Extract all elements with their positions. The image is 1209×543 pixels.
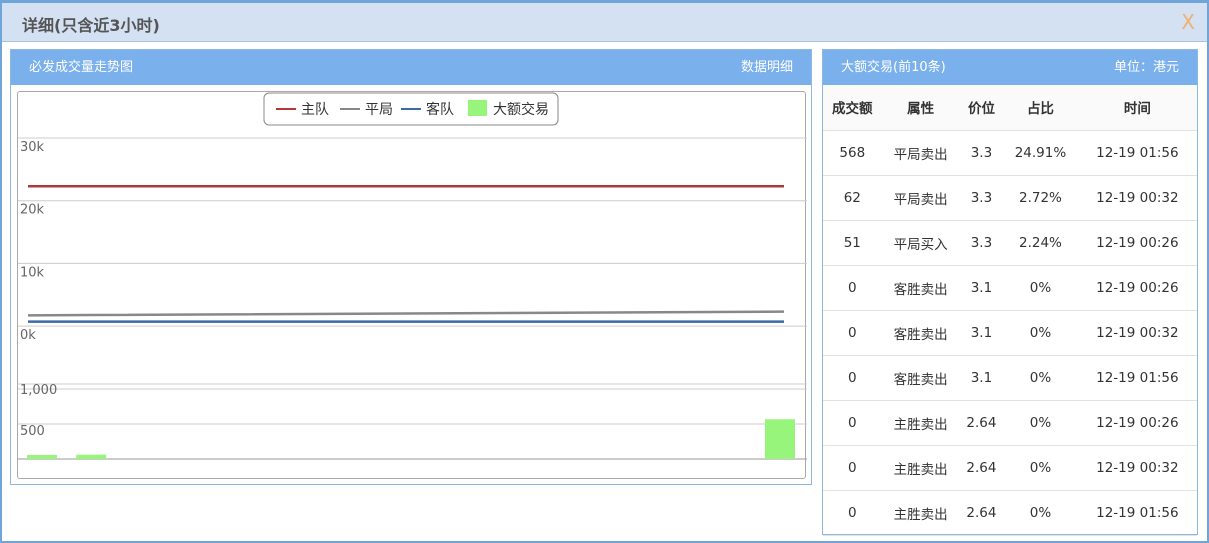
column-header: 属性 <box>881 85 960 131</box>
table-cell: 平局卖出 <box>881 175 960 221</box>
table-cell: 2.64 <box>959 490 1004 536</box>
column-header: 价位 <box>959 85 1004 131</box>
table-cell: 0% <box>1003 490 1078 536</box>
bar-large-trade <box>765 419 795 459</box>
chart-svg: 主队 平局 客队 大额交易 30k 20k 10k 0k 1,000 500 <box>18 92 807 460</box>
table-cell: 0% <box>1003 445 1078 491</box>
y-tick-label: 1,000 <box>20 383 57 398</box>
table-cell: 568 <box>823 130 882 176</box>
bar-large-trade <box>27 455 57 459</box>
table-cell: 客胜卖出 <box>881 310 960 356</box>
table-cell: 0% <box>1003 265 1078 311</box>
dialog-header: 详细(只含近3小时) X <box>2 3 1207 42</box>
table-cell: 0% <box>1003 355 1078 401</box>
table-cell: 0 <box>823 310 882 356</box>
table-cell: 主胜卖出 <box>881 490 960 536</box>
large-trades-table: 成交额 属性 价位 占比 时间 568 平局卖出 3.3 24.91% 12-19 01:56 62… <box>823 85 1197 536</box>
table-cell: 3.3 <box>959 130 1004 176</box>
table-row: 62 平局卖出 3.3 2.72% 12-19 00:32 <box>823 175 1197 221</box>
table-cell: 主胜卖出 <box>881 400 960 446</box>
volume-chart: 主队 平局 客队 大额交易 30k 20k 10k 0k 1,000 500 <box>17 91 807 479</box>
table-cell: 12-19 01:56 <box>1077 490 1197 536</box>
table-cell: 51 <box>823 220 882 266</box>
series-line-平局 <box>27 310 785 317</box>
dialog-title: 详细(只含近3小时) <box>22 16 160 35</box>
table-cell: 12-19 00:32 <box>1077 175 1197 221</box>
table-cell: 12-19 01:56 <box>1077 355 1197 401</box>
y-tick-label: 500 <box>20 424 45 439</box>
table-cell: 0% <box>1003 400 1078 446</box>
table-row: 0 客胜卖出 3.1 0% 12-19 01:56 <box>823 355 1197 401</box>
table-cell: 客胜卖出 <box>881 355 960 401</box>
table-cell: 2.64 <box>959 445 1004 491</box>
table-cell: 62 <box>823 175 882 221</box>
trend-title: 必发成交量走势图 <box>29 60 134 75</box>
trend-panel: 必发成交量走势图 数据明细 主队 平局 客队 大额交易 30k 20k 10k 0k 1,000 5… <box>10 49 812 485</box>
table-cell: 主胜卖出 <box>881 445 960 491</box>
table-row: 0 主胜卖出 2.64 0% 12-19 01:56 <box>823 490 1197 536</box>
legend-label: 客队 <box>426 101 454 118</box>
y-tick-label: 30k <box>20 140 45 155</box>
legend-bar-marker <box>468 100 487 116</box>
table-row: 0 客胜卖出 3.1 0% 12-19 00:32 <box>823 310 1197 356</box>
table-cell: 0 <box>823 400 882 446</box>
table-row: 0 主胜卖出 2.64 0% 12-19 00:32 <box>823 445 1197 491</box>
table-cell: 2.24% <box>1003 220 1078 266</box>
legend-label: 大额交易 <box>493 101 549 118</box>
column-header: 成交额 <box>823 85 882 131</box>
table-cell: 12-19 00:26 <box>1077 265 1197 311</box>
table-cell: 12-19 00:26 <box>1077 220 1197 266</box>
column-header: 时间 <box>1077 85 1197 131</box>
unit-label: 单位：港元 <box>1113 60 1179 75</box>
table-row: 0 主胜卖出 2.64 0% 12-19 00:26 <box>823 400 1197 446</box>
table-cell: 3.1 <box>959 265 1004 311</box>
legend-label: 平局 <box>365 102 393 118</box>
legend-label: 主队 <box>301 102 329 118</box>
table-cell: 12-19 00:32 <box>1077 445 1197 491</box>
table-cell: 客胜卖出 <box>881 265 960 311</box>
table-cell: 平局买入 <box>881 220 960 266</box>
table-cell: 平局卖出 <box>881 130 960 176</box>
table-cell: 12-19 00:26 <box>1077 400 1197 446</box>
table-cell: 0 <box>823 445 882 491</box>
y-tick-label: 10k <box>20 265 45 280</box>
close-icon[interactable]: X <box>1181 10 1195 34</box>
table-cell: 0% <box>1003 310 1078 356</box>
table-cell: 3.3 <box>959 220 1004 266</box>
table-cell: 2.64 <box>959 400 1004 446</box>
table-cell: 3.1 <box>959 355 1004 401</box>
table-cell: 0 <box>823 265 882 311</box>
large-trades-panel: 大额交易(前10条) 单位：港元 成交额 属性 价位 占比 时间 568 平局卖出 3.3 24.… <box>822 49 1198 536</box>
table-cell: 12-19 00:32 <box>1077 310 1197 356</box>
large-trades-title: 大额交易(前10条) <box>841 60 946 75</box>
data-detail-link[interactable]: 数据明细 <box>741 50 793 85</box>
table-cell: 0 <box>823 490 882 536</box>
table-cell: 2.72% <box>1003 175 1078 221</box>
table-cell: 24.91% <box>1003 130 1078 176</box>
y-tick-label: 0k <box>20 328 36 343</box>
bar-large-trade <box>76 454 107 459</box>
table-cell: 3.1 <box>959 310 1004 356</box>
table-cell: 12-19 01:56 <box>1077 130 1197 176</box>
table-cell: 3.3 <box>959 175 1004 221</box>
table-row: 0 客胜卖出 3.1 0% 12-19 00:26 <box>823 265 1197 311</box>
table-row: 568 平局卖出 3.3 24.91% 12-19 01:56 <box>823 130 1197 176</box>
column-header: 占比 <box>1003 85 1078 131</box>
y-tick-label: 20k <box>20 203 45 218</box>
table-cell: 0 <box>823 355 882 401</box>
table-row: 51 平局买入 3.3 2.24% 12-19 00:26 <box>823 220 1197 266</box>
